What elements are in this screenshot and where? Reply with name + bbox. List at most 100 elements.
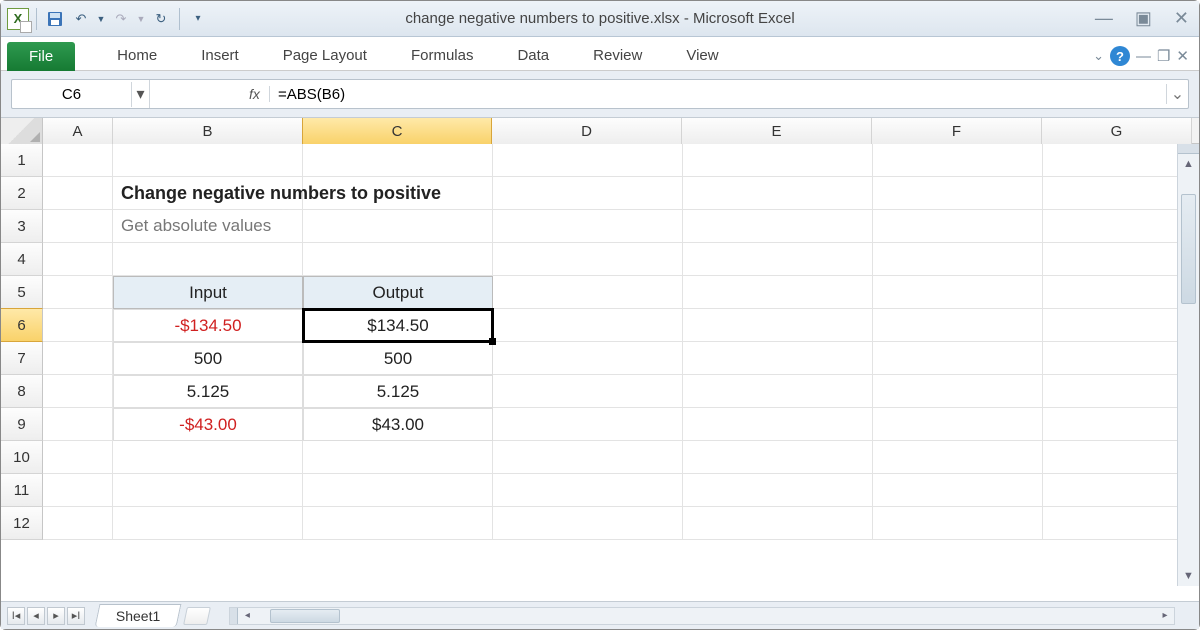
row-header-8[interactable]: 8 [1, 375, 43, 408]
cell-D9[interactable] [493, 408, 683, 441]
tab-data[interactable]: Data [495, 41, 571, 70]
cell-C9[interactable]: $43.00 [303, 408, 493, 441]
tab-review[interactable]: Review [571, 41, 664, 70]
column-header-D[interactable]: D [492, 118, 682, 144]
file-tab[interactable]: File [7, 42, 75, 71]
formula-input[interactable]: =ABS(B6) [270, 86, 1166, 103]
cell-C3[interactable] [303, 210, 493, 243]
cell-G7[interactable] [1043, 342, 1193, 375]
cell-D1[interactable] [493, 144, 683, 177]
redo-dropdown[interactable]: ▼ [136, 8, 146, 30]
row-header-11[interactable]: 11 [1, 474, 43, 507]
cell-B1[interactable] [113, 144, 303, 177]
row-header-5[interactable]: 5 [1, 276, 43, 309]
column-header-B[interactable]: B [113, 118, 303, 144]
cell-A7[interactable] [43, 342, 113, 375]
name-box-dropdown[interactable]: ▾ [132, 80, 150, 108]
select-all-corner[interactable] [1, 118, 43, 144]
cell-B6[interactable]: -$134.50 [113, 309, 303, 342]
horizontal-scrollbar[interactable]: ◂ ▸ [229, 607, 1175, 625]
row-header-9[interactable]: 9 [1, 408, 43, 441]
cell-D6[interactable] [493, 309, 683, 342]
cell-A9[interactable] [43, 408, 113, 441]
row-header-12[interactable]: 12 [1, 507, 43, 540]
cell-E5[interactable] [683, 276, 873, 309]
maximize-button[interactable]: ▣ [1135, 8, 1152, 29]
cell-E11[interactable] [683, 474, 873, 507]
tab-view[interactable]: View [664, 41, 740, 70]
cell-G8[interactable] [1043, 375, 1193, 408]
cell-C5[interactable]: Output [303, 276, 493, 309]
cell-F5[interactable] [873, 276, 1043, 309]
row-header-4[interactable]: 4 [1, 243, 43, 276]
save-button[interactable] [44, 8, 66, 30]
cell-F10[interactable] [873, 441, 1043, 474]
tab-insert[interactable]: Insert [179, 41, 261, 70]
workbook-minimize-button[interactable]: — [1136, 48, 1151, 65]
cell-D12[interactable] [493, 507, 683, 540]
cell-C6[interactable]: $134.50 [303, 309, 493, 342]
cell-F2[interactable] [873, 177, 1043, 210]
close-button[interactable]: ✕ [1174, 8, 1189, 29]
cell-G10[interactable] [1043, 441, 1193, 474]
excel-logo-icon[interactable]: X [7, 8, 29, 30]
sheet-tab-sheet1[interactable]: Sheet1 [95, 604, 182, 627]
cell-F8[interactable] [873, 375, 1043, 408]
repeat-button[interactable]: ↻ [150, 8, 172, 30]
cell-G6[interactable] [1043, 309, 1193, 342]
redo-button[interactable]: ↷ [110, 8, 132, 30]
cell-C8[interactable]: 5.125 [303, 375, 493, 408]
cell-E6[interactable] [683, 309, 873, 342]
cell-B4[interactable] [113, 243, 303, 276]
cell-E2[interactable] [683, 177, 873, 210]
cell-B5[interactable]: Input [113, 276, 303, 309]
column-header-A[interactable]: A [43, 118, 113, 144]
cell-C7[interactable]: 500 [303, 342, 493, 375]
cell-D4[interactable] [493, 243, 683, 276]
cell-A11[interactable] [43, 474, 113, 507]
cell-G11[interactable] [1043, 474, 1193, 507]
horizontal-scroll-thumb[interactable] [270, 609, 340, 623]
split-box-icon[interactable] [1178, 144, 1199, 154]
cell-B3[interactable]: Get absolute values [113, 210, 303, 243]
vertical-scrollbar[interactable]: ▲ ▼ [1177, 144, 1199, 586]
workbook-restore-button[interactable]: ❐ [1157, 47, 1170, 65]
cell-D5[interactable] [493, 276, 683, 309]
cell-F3[interactable] [873, 210, 1043, 243]
cell-A1[interactable] [43, 144, 113, 177]
cell-A2[interactable] [43, 177, 113, 210]
row-header-2[interactable]: 2 [1, 177, 43, 210]
cell-A3[interactable] [43, 210, 113, 243]
row-header-6[interactable]: 6 [1, 308, 43, 342]
cell-C1[interactable] [303, 144, 493, 177]
workbook-close-button[interactable]: ✕ [1176, 47, 1189, 65]
cell-D7[interactable] [493, 342, 683, 375]
prev-sheet-button[interactable]: ◂ [27, 607, 45, 625]
cell-E9[interactable] [683, 408, 873, 441]
tab-page-layout[interactable]: Page Layout [261, 41, 389, 70]
cell-A8[interactable] [43, 375, 113, 408]
last-sheet-button[interactable]: ▸I [67, 607, 85, 625]
cell-F7[interactable] [873, 342, 1043, 375]
column-header-C[interactable]: C [302, 118, 492, 144]
fx-icon[interactable]: fx [240, 86, 270, 102]
vertical-scroll-thumb[interactable] [1181, 194, 1196, 304]
cell-D3[interactable] [493, 210, 683, 243]
minimize-button[interactable]: — [1095, 8, 1113, 29]
cell-F9[interactable] [873, 408, 1043, 441]
cell-G12[interactable] [1043, 507, 1193, 540]
cell-D2[interactable] [493, 177, 683, 210]
cell-C10[interactable] [303, 441, 493, 474]
minimize-ribbon-button[interactable]: ⌄ [1093, 48, 1104, 64]
cell-B8[interactable]: 5.125 [113, 375, 303, 408]
first-sheet-button[interactable]: I◂ [7, 607, 25, 625]
cell-E10[interactable] [683, 441, 873, 474]
cell-G9[interactable] [1043, 408, 1193, 441]
row-header-7[interactable]: 7 [1, 342, 43, 375]
scroll-left-button[interactable]: ◂ [238, 610, 256, 621]
name-box[interactable]: C6 [12, 82, 132, 107]
column-header-G[interactable]: G [1042, 118, 1192, 144]
cell-E3[interactable] [683, 210, 873, 243]
scroll-up-button[interactable]: ▲ [1178, 154, 1199, 174]
cell-D10[interactable] [493, 441, 683, 474]
